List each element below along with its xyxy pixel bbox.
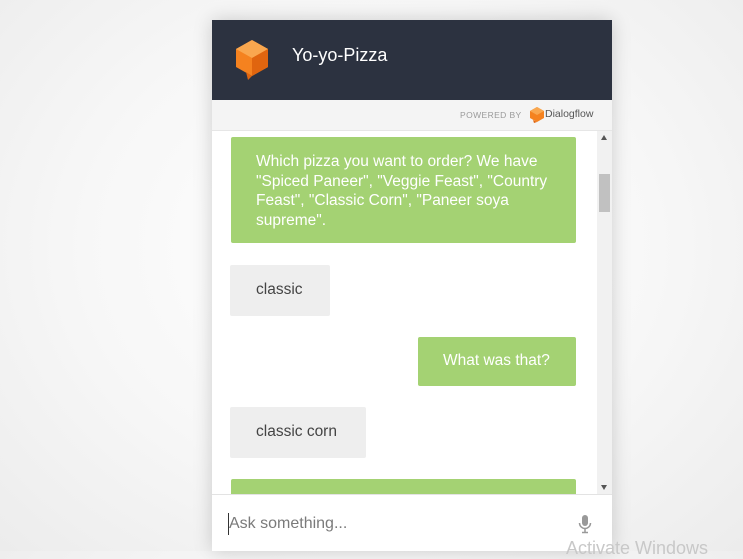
user-message: classic corn [230,407,366,458]
dialogflow-link[interactable]: Dialogflow [545,108,593,120]
chat-widget: Yo-yo-Pizza POWERED BY Dialogflow Which … [212,20,612,551]
chat-header: Yo-yo-Pizza [212,20,612,100]
scroll-thumb[interactable] [599,174,610,212]
windows-activation-watermark: Activate Windows [566,538,709,558]
bot-message: What was that? [418,337,576,386]
powered-by-label: POWERED BY [460,110,522,120]
orange-cube-chat-icon [236,40,268,80]
message-input[interactable] [228,513,559,535]
user-message: classic [230,265,330,316]
input-bar [212,494,612,551]
scroll-down-arrow-icon[interactable] [601,485,607,490]
scroll-up-arrow-icon[interactable] [601,135,607,140]
dialogflow-icon [530,107,544,123]
powered-by-bar: POWERED BY Dialogflow [212,100,612,131]
chat-scrollbar[interactable] [597,131,612,494]
message-list[interactable]: Which pizza you want to order? We have "… [212,131,598,494]
bot-message: Which pizza you want to order? We have "… [231,137,576,243]
chat-title: Yo-yo-Pizza [292,45,388,65]
bot-message [231,479,576,494]
microphone-icon[interactable] [578,514,592,534]
